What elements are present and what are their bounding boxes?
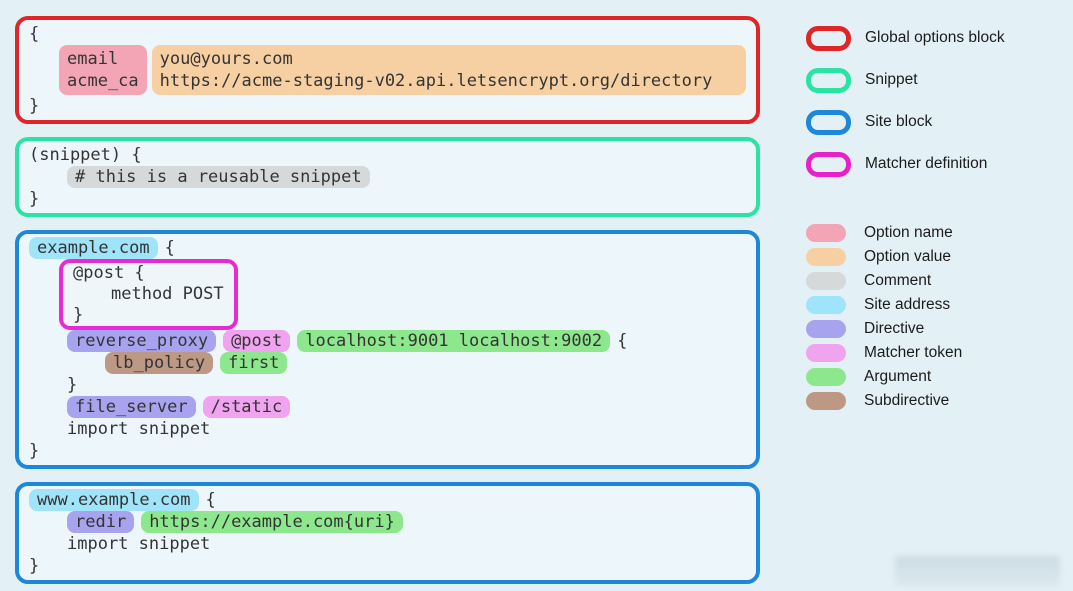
close-brace: }	[73, 305, 84, 325]
argument-swatch-icon	[806, 368, 846, 386]
global-options-row: email acme_ca you@yours.com https://acme…	[59, 45, 746, 95]
argument-pill: https://example.com{uri}	[141, 511, 403, 533]
legend-item-site-block: Site block	[806, 109, 1005, 135]
legend-label: Matcher definition	[865, 155, 988, 172]
comment-pill: # this is a reusable snippet	[67, 166, 370, 188]
legend-item-snippet: Snippet	[806, 67, 1005, 93]
legend-label: Option name	[864, 224, 953, 241]
close-brace: }	[67, 375, 78, 395]
matcher-token-swatch-icon	[806, 344, 846, 362]
matcher-token-pill: /static	[202, 396, 291, 418]
legend-item-site-address: Site address	[806, 296, 1005, 314]
legend-item-directive: Directive	[806, 320, 1005, 338]
site-address-line: www.example.com {	[29, 489, 746, 511]
legend-item-argument: Argument	[806, 368, 1005, 386]
legend-token-group: Option name Option value Comment Site ad…	[806, 224, 1005, 410]
site-address-pill: example.com	[29, 237, 158, 259]
watermark	[895, 556, 1060, 586]
legend-label: Argument	[864, 368, 932, 385]
option-name-swatch-icon	[806, 224, 846, 242]
file-server-line: file_server /static	[67, 396, 746, 418]
option-value: https://acme-staging-v02.api.letsencrypt…	[159, 71, 713, 91]
close-brace: }	[29, 441, 40, 461]
code-line: # this is a reusable snippet	[67, 166, 746, 188]
option-value-swatch-icon	[806, 248, 846, 266]
site-address-pill: www.example.com	[29, 489, 199, 511]
site-address-swatch-icon	[806, 296, 846, 314]
site-block-www: www.example.com { redir https://example.…	[15, 482, 760, 584]
site-block-swatch-icon	[806, 109, 851, 135]
legend-label: Option value	[864, 248, 952, 265]
matcher-definition-swatch-icon	[806, 151, 851, 177]
legend-label: Subdirective	[864, 392, 950, 409]
directive-pill: reverse_proxy	[67, 330, 217, 352]
close-brace: }	[29, 189, 40, 209]
legend-item-option-name: Option name	[806, 224, 1005, 242]
open-brace: {	[205, 490, 216, 510]
subdirective-swatch-icon	[806, 392, 846, 410]
close-brace: }	[29, 556, 40, 576]
option-name: email	[67, 49, 119, 69]
site-address-line: example.com {	[29, 237, 746, 259]
directive-swatch-icon	[806, 320, 846, 338]
legend-label: Global options block	[865, 29, 1005, 46]
option-name-pill: email acme_ca	[59, 45, 147, 95]
site-block-example: example.com { @post { method POST } reve…	[15, 230, 760, 469]
legend-label: Directive	[864, 320, 925, 337]
legend: Global options block Snippet Site block …	[806, 25, 1005, 416]
legend-label: Snippet	[865, 71, 918, 88]
snippet-header: (snippet) {	[29, 145, 142, 165]
close-brace: }	[29, 96, 40, 116]
legend-label: Matcher token	[864, 344, 963, 361]
global-options-block: { email acme_ca you@yours.com https://ac…	[15, 16, 760, 124]
argument-pill: first	[220, 352, 288, 374]
legend-label: Site block	[865, 113, 933, 130]
import-line: import snippet	[67, 419, 211, 439]
open-brace: {	[617, 331, 628, 351]
legend-item-matcher-definition: Matcher definition	[806, 151, 1005, 177]
legend-item-subdirective: Subdirective	[806, 392, 1005, 410]
redir-line: redir https://example.com{uri}	[67, 511, 746, 533]
matcher-body: method POST	[111, 284, 224, 304]
directive-pill: redir	[67, 511, 135, 533]
import-line: import snippet	[67, 534, 211, 554]
option-name: acme_ca	[67, 71, 139, 91]
lb-policy-line: lb_policy first	[105, 352, 746, 374]
legend-label: Site address	[864, 296, 951, 313]
option-value-pill: you@yours.com https://acme-staging-v02.a…	[151, 45, 746, 95]
matcher-definition-box: @post { method POST }	[59, 259, 238, 330]
snippet-block: (snippet) { # this is a reusable snippet…	[15, 137, 760, 217]
code-column: { email acme_ca you@yours.com https://ac…	[15, 16, 760, 584]
caddyfile-structure-diagram: { email acme_ca you@yours.com https://ac…	[0, 0, 1073, 591]
legend-label: Comment	[864, 272, 932, 289]
matcher-token-pill: @post	[223, 330, 291, 352]
matcher-header: @post {	[73, 263, 145, 283]
open-brace: {	[29, 24, 40, 44]
legend-item-option-value: Option value	[806, 248, 1005, 266]
reverse-proxy-line: reverse_proxy @post localhost:9001 local…	[67, 330, 746, 352]
option-value: you@yours.com	[159, 49, 293, 69]
legend-item-global-options: Global options block	[806, 25, 1005, 51]
argument-pill: localhost:9001 localhost:9002	[297, 330, 611, 352]
directive-pill: file_server	[67, 396, 196, 418]
global-options-swatch-icon	[806, 25, 851, 51]
open-brace: {	[164, 238, 175, 258]
comment-swatch-icon	[806, 272, 846, 290]
legend-item-comment: Comment	[806, 272, 1005, 290]
legend-item-matcher-token: Matcher token	[806, 344, 1005, 362]
snippet-swatch-icon	[806, 67, 851, 93]
subdirective-pill: lb_policy	[105, 352, 214, 374]
